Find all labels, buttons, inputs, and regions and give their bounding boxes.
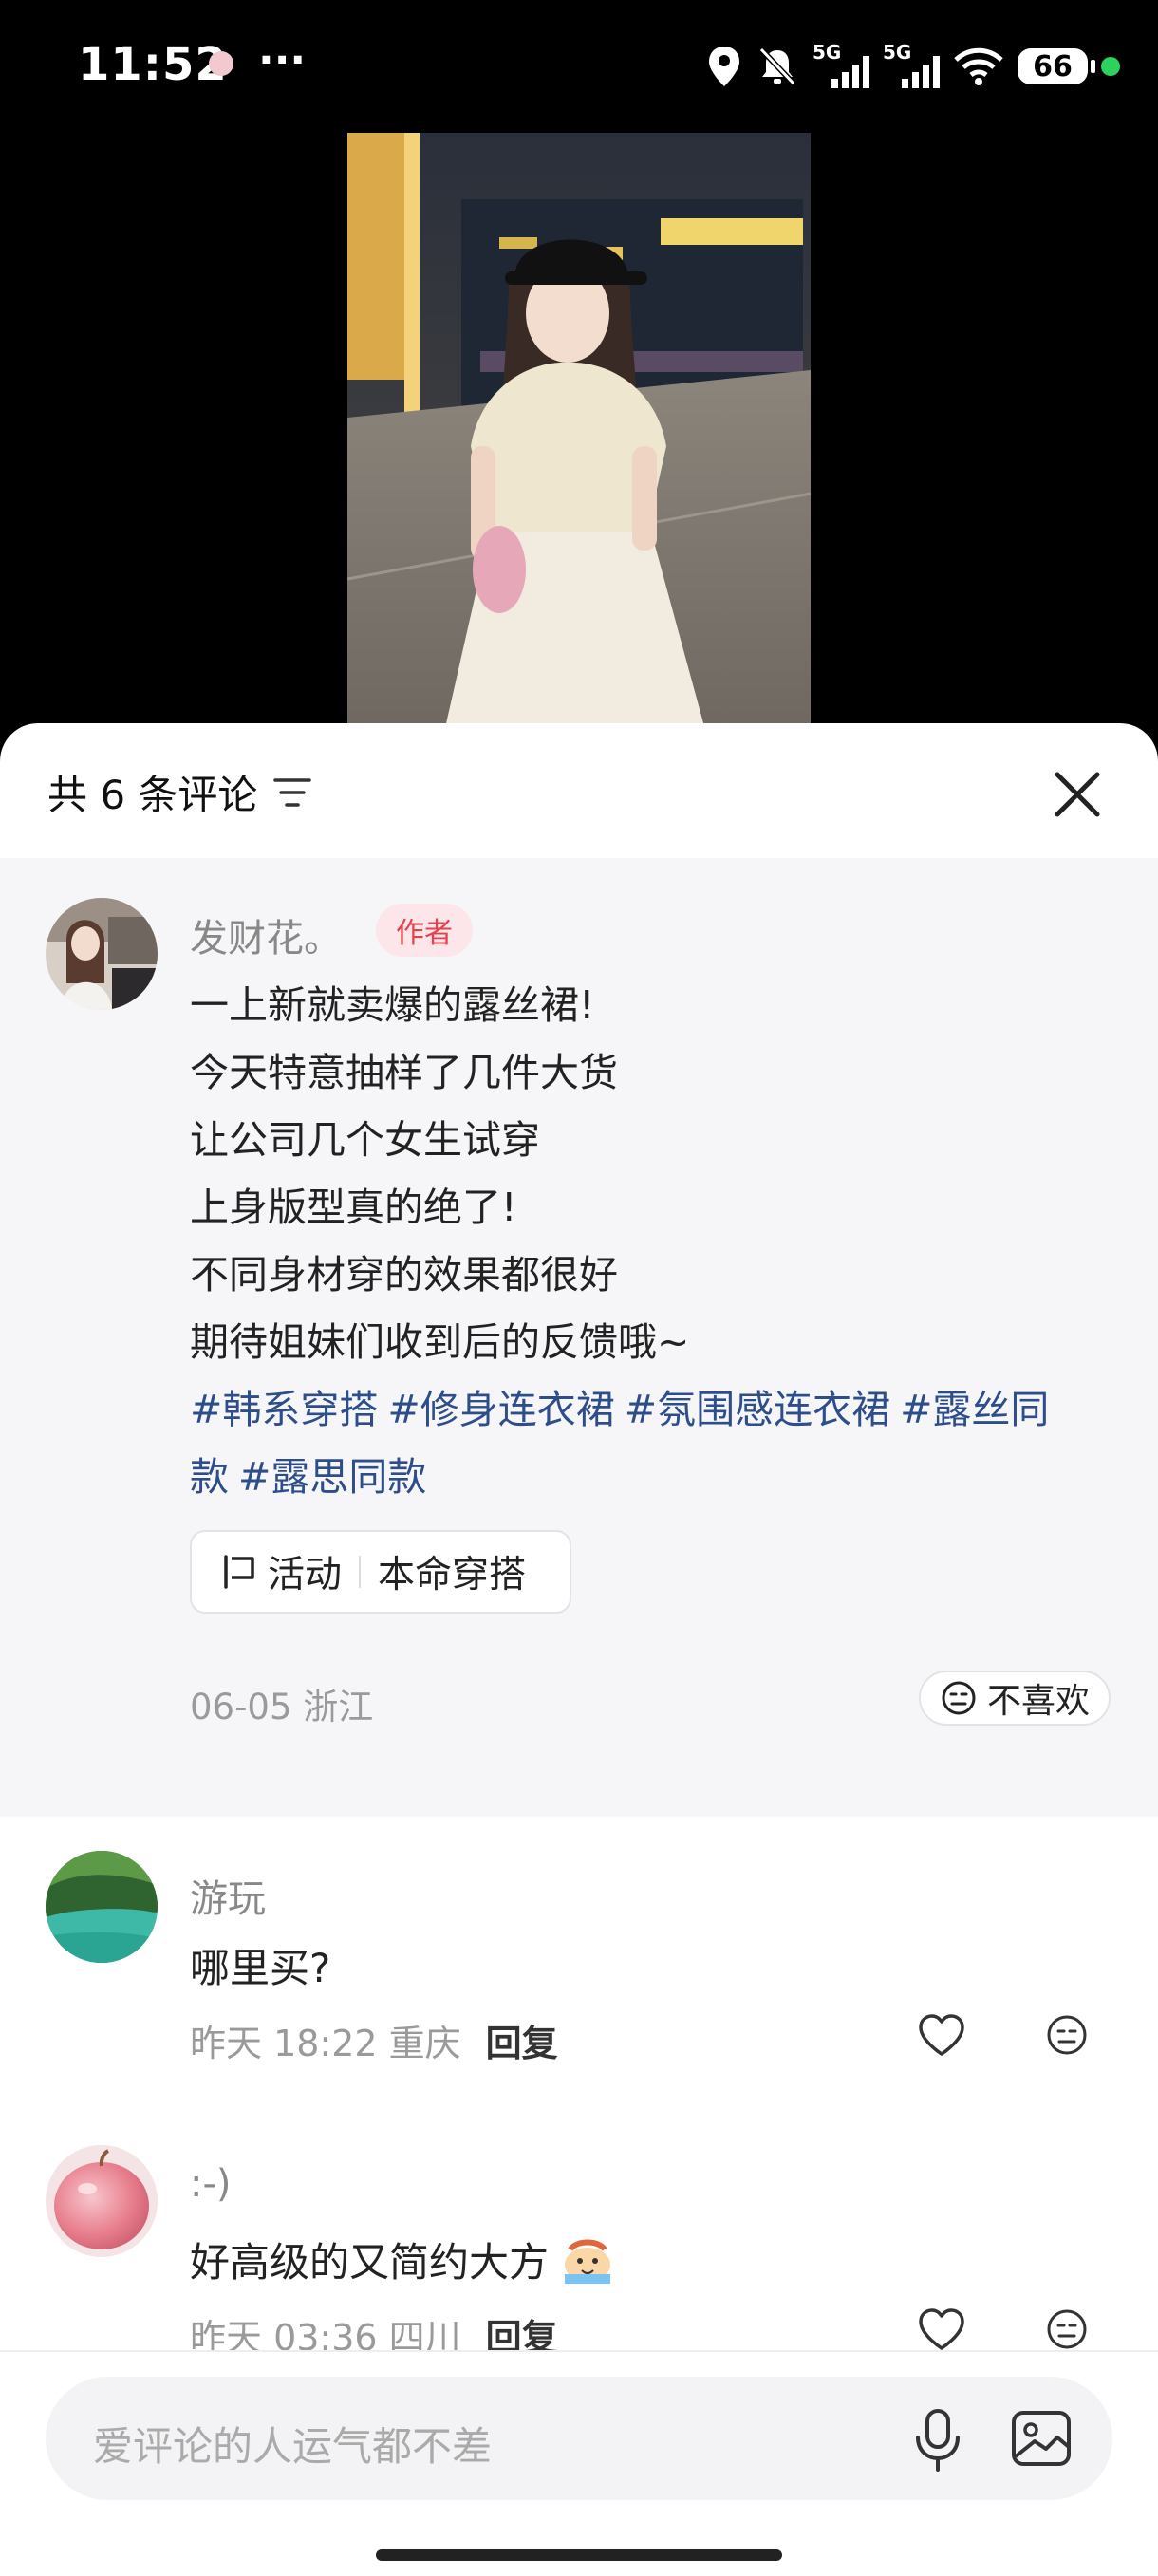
neutral-face-icon[interactable] bbox=[1046, 2014, 1088, 2056]
neutral-face-icon bbox=[942, 1681, 976, 1715]
hashtag-link[interactable]: #露思同款 bbox=[238, 1454, 426, 1500]
activity-chip[interactable]: 活动 本命穿搭 bbox=[190, 1530, 571, 1614]
author-avatar[interactable] bbox=[46, 898, 158, 1010]
comment-text: 哪里买? bbox=[190, 1945, 331, 1991]
comment-item: 游玩 哪里买? 昨天 18:22 重庆 回复 bbox=[0, 1851, 1158, 2136]
microphone-icon[interactable] bbox=[911, 2407, 964, 2473]
reply-button[interactable]: 回复 bbox=[486, 2023, 558, 2064]
comment-input-bar: 爱评论的人运气都不差 bbox=[0, 2350, 1158, 2576]
post-line: 上身版型真的绝了! bbox=[190, 1185, 517, 1230]
activity-name: 本命穿搭 bbox=[378, 1554, 527, 1596]
sort-filter-icon[interactable] bbox=[273, 776, 311, 811]
comment-input-placeholder: 爱评论的人运气都不差 bbox=[93, 2423, 493, 2470]
author-post: 发财花。 作者 一上新就卖爆的露丝裙! 今天特意抽样了几件大货 让公司几个女生试… bbox=[0, 858, 1158, 1817]
home-indicator[interactable] bbox=[376, 2549, 782, 2561]
close-icon[interactable] bbox=[1048, 765, 1107, 824]
author-badge: 作者 bbox=[376, 904, 473, 957]
hashtag-link[interactable]: #修身连衣裙 bbox=[387, 1387, 614, 1432]
activity-label: 活动 bbox=[268, 1554, 343, 1596]
signal-bars-icon bbox=[831, 56, 869, 88]
crying-emoji-icon bbox=[565, 2239, 611, 2284]
image-picker-icon[interactable] bbox=[1010, 2409, 1073, 2468]
hashtags-line: #韩系穿搭 #修身连衣裙 #氛围感连衣裙 #露丝同 bbox=[190, 1376, 1082, 1444]
post-line: 今天特意抽样了几件大货 bbox=[190, 1050, 618, 1095]
chip-divider bbox=[359, 1556, 362, 1588]
comment-text-content: 好高级的又简约大方 bbox=[190, 2239, 550, 2286]
post-line: 期待姐妹们收到后的反馈哦~ bbox=[190, 1319, 690, 1365]
more-notifications-icon: ··· bbox=[258, 36, 307, 84]
video-area[interactable] bbox=[0, 133, 1158, 740]
hashtag-link[interactable]: 款 bbox=[190, 1454, 229, 1500]
commenter-avatar[interactable] bbox=[46, 2145, 158, 2257]
video-image bbox=[347, 133, 811, 740]
notification-flower-icon bbox=[209, 51, 233, 76]
comment-text: 好高级的又简约大方 bbox=[190, 2231, 614, 2288]
heart-icon[interactable] bbox=[917, 2012, 966, 2058]
sheet-header: 共 6 条评论 bbox=[0, 723, 1158, 858]
comment-time-location: 昨天 18:22 重庆 bbox=[190, 2023, 461, 2064]
privacy-indicator-dot bbox=[1101, 57, 1120, 76]
hashtags-line: 款 #露思同款 bbox=[190, 1444, 1082, 1511]
location-icon bbox=[709, 47, 739, 86]
post-line: 一上新就卖爆的露丝裙! bbox=[190, 982, 595, 1028]
hashtag-link[interactable]: #氛围感连衣裙 bbox=[625, 1387, 890, 1432]
status-bar: 11:52 ··· 5G 5G 66 bbox=[0, 0, 1158, 133]
comments-sheet: 共 6 条评论 发财花。 作者 一上新就卖爆的露丝裙! 今天特意抽样了几件大货 … bbox=[0, 723, 1158, 2574]
status-icons: 5G 5G 66 bbox=[706, 38, 1120, 95]
signal-bars-icon bbox=[902, 56, 940, 88]
flag-icon bbox=[224, 1555, 254, 1589]
battery-icon: 66 bbox=[1018, 48, 1095, 84]
post-meta: 06-05 浙江 bbox=[190, 1687, 374, 1727]
hashtag-link[interactable]: #韩系穿搭 bbox=[190, 1387, 378, 1432]
mute-bell-icon bbox=[758, 47, 796, 86]
comment-count-title: 共 6 条评论 bbox=[47, 772, 258, 818]
heart-icon[interactable] bbox=[917, 2306, 966, 2352]
video-thumbnail[interactable] bbox=[347, 133, 811, 740]
comment-meta: 昨天 18:22 重庆 回复 bbox=[190, 2014, 558, 2066]
comment-input[interactable]: 爱评论的人运气都不差 bbox=[46, 2377, 1112, 2500]
signal-1: 5G bbox=[812, 41, 869, 88]
post-line: 让公司几个女生试穿 bbox=[190, 1117, 540, 1163]
dislike-button[interactable]: 不喜欢 bbox=[919, 1671, 1111, 1726]
post-line: 不同身材穿的效果都很好 bbox=[190, 1252, 618, 1297]
commenter-avatar[interactable] bbox=[46, 1851, 158, 1963]
wifi-icon bbox=[954, 47, 1003, 85]
status-time: 11:52 bbox=[78, 38, 228, 91]
commenter-name[interactable]: 游玩 bbox=[190, 1868, 266, 1923]
commenter-name[interactable]: :-) bbox=[190, 2162, 232, 2206]
post-body: 一上新就卖爆的露丝裙! 今天特意抽样了几件大货 让公司几个女生试穿 上身版型真的… bbox=[190, 972, 1082, 1511]
dislike-label: 不喜欢 bbox=[986, 1682, 1090, 1721]
hashtag-link[interactable]: #露丝同 bbox=[900, 1387, 1049, 1432]
signal-2: 5G bbox=[883, 41, 940, 88]
author-name[interactable]: 发财花。 bbox=[190, 907, 342, 962]
neutral-face-icon[interactable] bbox=[1046, 2308, 1088, 2350]
